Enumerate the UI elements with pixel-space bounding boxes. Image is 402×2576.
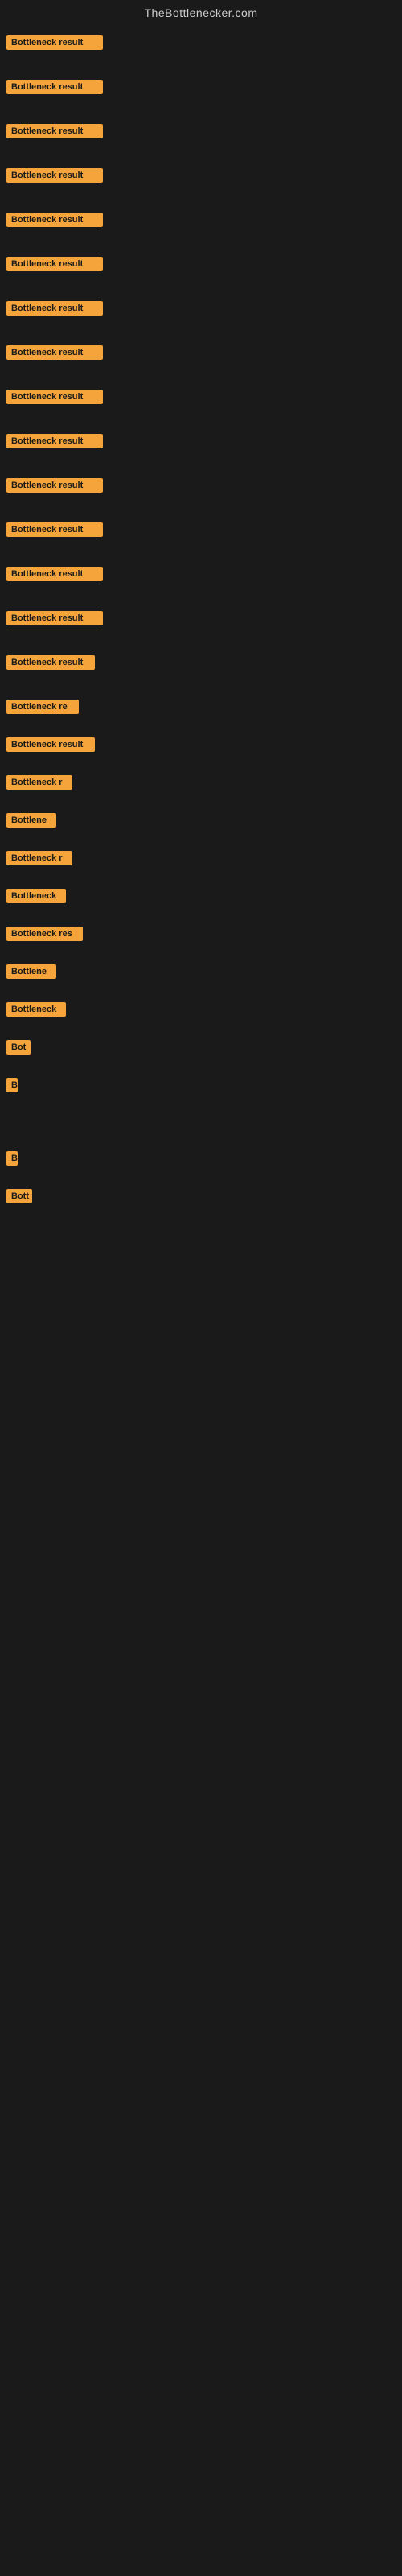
result-row: Bottleneck <box>0 873 402 910</box>
bottleneck-label: Bottleneck result <box>6 345 103 360</box>
result-row: Bottleneck result <box>0 190 402 234</box>
bottleneck-label: Bottleneck result <box>6 737 95 752</box>
bottleneck-label: Bottleneck re <box>6 700 79 714</box>
bottleneck-label: Bottleneck result <box>6 80 103 94</box>
result-row: Bott <box>0 1173 402 1211</box>
result-row: Bottleneck result <box>0 588 402 633</box>
bottleneck-label: Bottleneck result <box>6 567 103 581</box>
result-row: Bottleneck result <box>0 411 402 456</box>
bottleneck-label: Bottleneck <box>6 889 66 903</box>
bottleneck-label: Bottleneck result <box>6 478 103 493</box>
page-container: TheBottlenecker.com Bottleneck resultBot… <box>0 0 402 1211</box>
site-header: TheBottlenecker.com <box>0 0 402 29</box>
bottleneck-label: Bottleneck result <box>6 611 103 625</box>
bottleneck-label: Bottlene <box>6 964 56 979</box>
result-row: Bottleneck result <box>0 721 402 759</box>
bottleneck-label: B <box>6 1151 18 1166</box>
site-title: TheBottlenecker.com <box>144 6 257 19</box>
result-row: B <box>0 1127 402 1173</box>
bottleneck-label: Bottleneck result <box>6 655 95 670</box>
result-row: Bottleneck result <box>0 101 402 146</box>
result-row: Bottleneck r <box>0 835 402 873</box>
result-row: Bottleneck result <box>0 279 402 323</box>
result-row: Bottlene <box>0 948 402 986</box>
results-list: Bottleneck result Bottleneck result Bottle… <box>0 29 402 1211</box>
bottleneck-label: Bottleneck result <box>6 213 103 227</box>
result-row: Bottleneck result <box>0 57 402 101</box>
bottleneck-label: Bottleneck result <box>6 301 103 316</box>
result-row: Bot <box>0 1024 402 1062</box>
result-row: Bottleneck res <box>0 910 402 948</box>
bottleneck-label: Bottleneck res <box>6 927 83 941</box>
bottleneck-label: Bottleneck result <box>6 257 103 271</box>
result-row: Bottleneck result <box>0 367 402 411</box>
bottleneck-label: Bottleneck result <box>6 434 103 448</box>
bottleneck-label: Bottleneck result <box>6 124 103 138</box>
bottleneck-label: Bot <box>6 1040 31 1055</box>
result-row: Bottleneck result <box>0 29 402 57</box>
result-row: Bottleneck result <box>0 500 402 544</box>
bottleneck-label: Bottleneck result <box>6 390 103 404</box>
result-row: Bottlene <box>0 797 402 835</box>
result-row: Bottleneck result <box>0 456 402 500</box>
bottleneck-label: Bottleneck result <box>6 168 103 183</box>
result-row: Bottleneck result <box>0 544 402 588</box>
result-row: B <box>0 1062 402 1100</box>
bottleneck-label: Bottleneck r <box>6 851 72 865</box>
result-row: Bottleneck re <box>0 677 402 721</box>
result-row: Bottleneck result <box>0 146 402 190</box>
bottleneck-label: B <box>6 1078 18 1092</box>
bottleneck-label: Bottlene <box>6 813 56 828</box>
result-row: Bottleneck result <box>0 234 402 279</box>
bottleneck-label: Bottleneck result <box>6 522 103 537</box>
result-row: Bottleneck result <box>0 323 402 367</box>
result-row: Bottleneck r <box>0 759 402 797</box>
bottleneck-label: Bottleneck result <box>6 35 103 50</box>
bottleneck-label: Bott <box>6 1189 32 1203</box>
result-row: Bottleneck result <box>0 633 402 677</box>
bottleneck-label: Bottleneck r <box>6 775 72 790</box>
result-row: Bottleneck <box>0 986 402 1024</box>
result-row <box>0 1100 402 1127</box>
bottleneck-label: Bottleneck <box>6 1002 66 1017</box>
